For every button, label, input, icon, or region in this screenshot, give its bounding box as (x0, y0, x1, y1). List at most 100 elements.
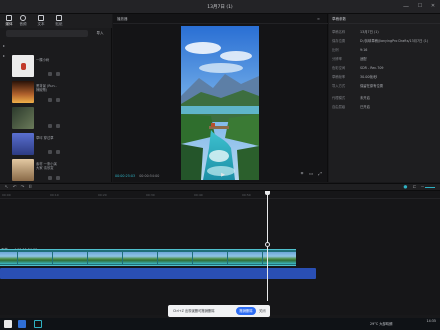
add-media-button[interactable] (48, 176, 52, 180)
add-media-button[interactable] (48, 150, 52, 154)
add-media-button[interactable] (48, 98, 52, 102)
close-button[interactable]: ✕ (429, 3, 437, 10)
sticker-icon (56, 15, 62, 21)
prop-key: 色彩空间 (332, 66, 346, 70)
split-icon[interactable]: ⌷ (28, 185, 33, 190)
media-caption-2: 黑背景 (Run..辣椒歌) (36, 84, 57, 92)
properties-title: 草稿参数 (332, 17, 346, 21)
toast-message: Ctrl+Z 出现误删可撤销删除 (173, 309, 215, 313)
favorite-icon[interactable] (56, 98, 60, 102)
import-button[interactable]: 导入 (92, 30, 108, 37)
media-thumbnail-2[interactable] (12, 81, 34, 103)
player-title: 播放器 (117, 17, 128, 21)
maximize-button[interactable]: ☐ (416, 3, 424, 10)
time-ruler[interactable]: 00:00 00:10 00:20 00:30 00:40 00:50 (0, 191, 440, 199)
favorite-icon[interactable] (56, 124, 60, 128)
prop-row: 比例 9:16 (332, 48, 438, 53)
prop-key: 自由层级 (332, 105, 346, 109)
prop-value: SDR - Rec.709 (360, 66, 384, 70)
media-caption-5: 素材 一条小溪 大家 请欣赏 (36, 162, 57, 170)
tool-audio[interactable]: 音频 (16, 15, 30, 28)
toast-close-button[interactable]: 关闭 (259, 308, 266, 313)
minimize-button[interactable]: — (402, 3, 410, 10)
text-icon (38, 15, 44, 21)
media-thumbnail-3[interactable] (12, 107, 34, 129)
tree-illustration (21, 63, 26, 70)
resource-toolbar: 媒体 音频 文本 贴纸 (0, 14, 112, 28)
menu-icon[interactable]: ≡ (317, 17, 320, 21)
prop-row: 代理模式 未开启 (332, 96, 438, 101)
window-title: 13月7日 (1) (207, 5, 233, 10)
prop-key: 比例 (332, 48, 339, 52)
capcut-app-icon[interactable] (34, 320, 42, 328)
player-panel: 播放器 ≡ 00:00:25:03 00:00:54:00 ▶ ⌗ ▭ ⤢ (113, 14, 328, 182)
tool-text[interactable]: 文本 (34, 15, 48, 28)
prop-row: 草稿帧率 30.00帧/秒 (332, 75, 438, 80)
clip-frame (105, 252, 122, 264)
select-tool-icon[interactable]: ↖ (4, 185, 9, 190)
prop-value: 已开启 (360, 105, 370, 109)
draft-properties-panel: 草稿参数 草稿名称 13月7日 (1) 保存位置 D:/剪映草稿/JianyingP… (329, 14, 440, 182)
prop-row: 导入方式 保留在原有位置 (332, 84, 438, 89)
media-icon (6, 15, 12, 21)
favorite-icon[interactable] (56, 150, 60, 154)
tool-media[interactable]: 媒体 (2, 15, 16, 28)
clip-frame (0, 252, 17, 264)
media-thumbnail-4[interactable] (12, 133, 34, 155)
media-thumbnail-1[interactable] (12, 55, 34, 77)
ruler-label: 00:20 (98, 193, 107, 197)
prop-row: 分辨率 适配 (332, 57, 438, 62)
prop-row: 保存位置 D:/剪映草稿/JianyingPro Drafts/13月7日 (1) (332, 39, 438, 44)
snap-icon[interactable]: ⊏ (412, 185, 417, 190)
ruler-label: 00:10 (50, 193, 59, 197)
undo-icon[interactable]: ↶ (12, 185, 17, 190)
tool-sticker[interactable]: 贴纸 (52, 15, 66, 28)
audio-clip[interactable] (0, 268, 316, 279)
fullscreen-icon[interactable]: ⤢ (317, 172, 323, 178)
microphone-icon[interactable]: ● (403, 185, 408, 190)
prop-row: 色彩空间 SDR - Rec.709 (332, 66, 438, 71)
play-button[interactable]: ▶ (219, 172, 227, 178)
clip-frame (280, 252, 296, 264)
search-input[interactable] (6, 30, 88, 37)
favorite-icon[interactable] (56, 176, 60, 180)
folder-icon[interactable]: ▸ (3, 54, 7, 58)
notification-toast: Ctrl+Z 出现误删可撤销删除 撤销删除 关闭 (168, 305, 270, 317)
prop-value: 30.00帧/秒 (360, 75, 378, 79)
clip-frame (70, 252, 87, 264)
media-caption-4: 草坪 穿过草 (36, 136, 54, 140)
add-media-button[interactable] (48, 124, 52, 128)
redo-icon[interactable]: ↷ (20, 185, 25, 190)
prop-key: 分辨率 (332, 57, 342, 61)
aspect-ratio-icon[interactable]: ▭ (308, 172, 314, 178)
clip-frame (140, 252, 157, 264)
app-icon[interactable] (18, 320, 26, 328)
media-thumbnail-5[interactable] (12, 159, 34, 181)
weather-status: 29°C 大部晴朗 (370, 322, 393, 326)
playhead-knob[interactable] (265, 242, 270, 247)
audio-icon (20, 15, 26, 21)
clip-frame (122, 252, 140, 264)
timeline[interactable]: 00:00 00:10 00:20 00:30 00:40 00:50 素材.m… (0, 191, 440, 315)
favorite-icon[interactable] (56, 72, 60, 76)
timeline-toolbar: ↖ ↶ ↷ ⌷ ● ⊏ − (0, 183, 440, 191)
media-caption-1: 一棵小树 (36, 58, 50, 62)
prop-key: 草稿名称 (332, 30, 346, 34)
folder-icon[interactable]: ▸ (3, 44, 7, 48)
total-time: 00:00:54:00 (139, 174, 160, 178)
add-media-button[interactable] (48, 72, 52, 76)
clip-frame (192, 252, 210, 264)
video-clip[interactable] (0, 249, 296, 266)
tool-text-label: 文本 (37, 22, 45, 26)
video-preview[interactable] (181, 26, 259, 180)
zoom-slider[interactable] (425, 187, 435, 188)
clip-frame (227, 252, 245, 264)
crop-icon[interactable]: ⌗ (299, 172, 305, 178)
start-icon[interactable] (4, 320, 12, 328)
undo-delete-button[interactable]: 撤销删除 (236, 307, 256, 315)
tool-media-label: 媒体 (5, 22, 13, 26)
playhead-handle[interactable] (265, 191, 270, 195)
ruler-label: 00:00 (2, 193, 11, 197)
current-time: 00:00:25:03 (115, 174, 136, 178)
prop-value: 保留在原有位置 (360, 84, 384, 88)
